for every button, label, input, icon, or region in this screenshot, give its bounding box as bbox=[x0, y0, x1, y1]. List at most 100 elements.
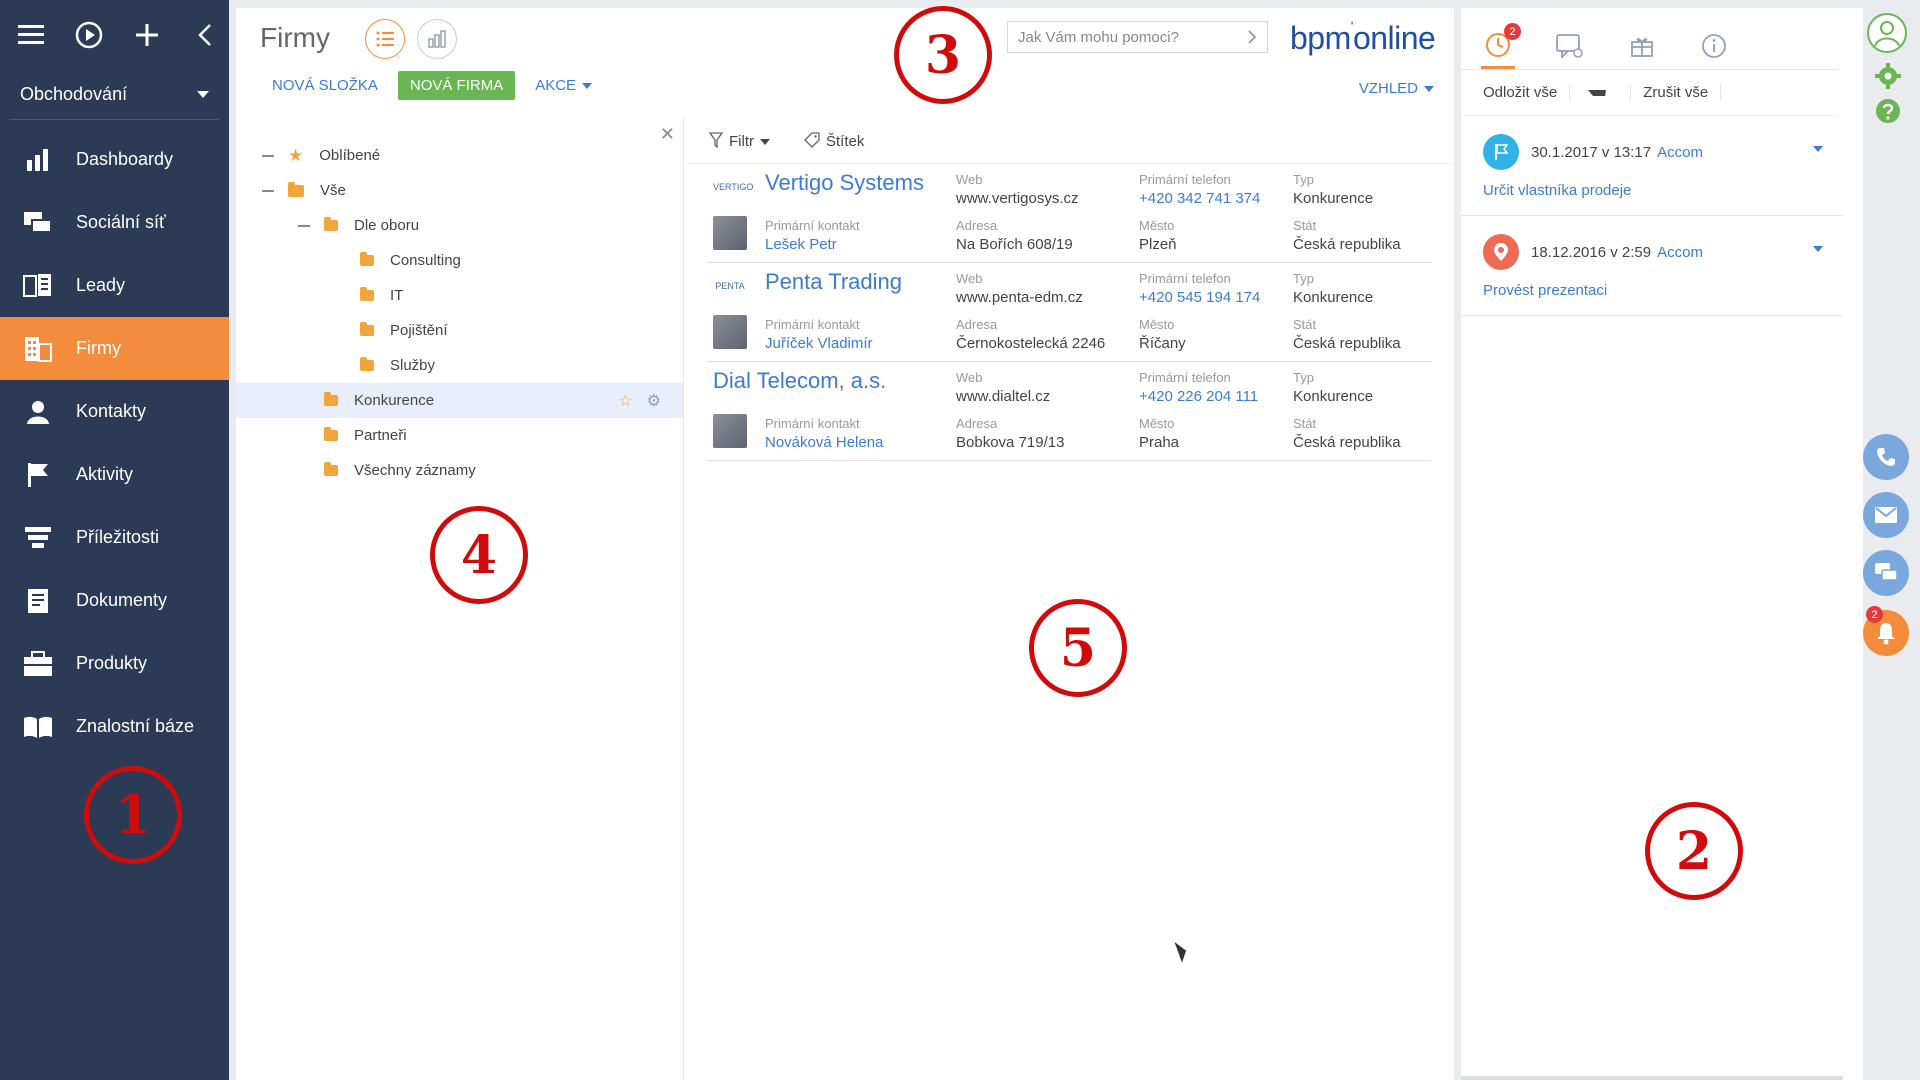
help-icon[interactable] bbox=[1874, 97, 1902, 130]
chevron-down-icon[interactable] bbox=[1813, 146, 1823, 152]
sidebar-item-bar-chart[interactable]: Dashboardy bbox=[0, 128, 229, 191]
field-label: Adresa bbox=[956, 218, 998, 233]
tag-icon bbox=[804, 131, 820, 148]
collapse-icon[interactable] bbox=[262, 189, 274, 192]
sidebar-item-building[interactable]: Firmy bbox=[0, 317, 229, 380]
horizontal-scrollbar[interactable] bbox=[1461, 1076, 1843, 1080]
nav-toolbar bbox=[0, 0, 229, 70]
owner-link[interactable]: Accom bbox=[1657, 144, 1703, 161]
folder-icon bbox=[360, 287, 374, 301]
document-icon bbox=[0, 588, 76, 614]
left-navigation: Obchodování Dashboardy Sociální síť Leady F… bbox=[0, 0, 229, 1080]
sidebar-item-person[interactable]: Kontakty bbox=[0, 380, 229, 443]
sidebar-item-leads[interactable]: Leady bbox=[0, 254, 229, 317]
sidebar-item-funnel[interactable]: Příležitosti bbox=[0, 506, 229, 569]
task-link[interactable]: Provést prezentaci bbox=[1483, 282, 1607, 299]
tree-folder[interactable]: Consulting bbox=[236, 243, 683, 278]
web-value: www.dialtel.cz bbox=[956, 388, 1051, 405]
hamburger-menu-icon[interactable] bbox=[16, 20, 46, 50]
address-value: Bobkova 719/13 bbox=[956, 434, 1065, 451]
product-icon bbox=[0, 650, 76, 677]
book-icon bbox=[0, 715, 76, 739]
table-row[interactable]: PENTA Penta Trading Primární kontakt Juříče… bbox=[707, 263, 1431, 362]
company-name-link[interactable]: Penta Trading bbox=[765, 269, 902, 295]
list-view-button[interactable] bbox=[365, 19, 405, 59]
annotation-2: 2 bbox=[1645, 802, 1743, 900]
add-icon[interactable] bbox=[132, 20, 162, 50]
folder-icon bbox=[324, 462, 338, 476]
bpmonline-logo: bpm'online bbox=[1290, 18, 1436, 56]
bar-chart-icon bbox=[0, 148, 76, 172]
sidebar-item-product[interactable]: Produkty bbox=[0, 632, 229, 695]
funnel-icon bbox=[0, 526, 76, 550]
cancel-all-button[interactable]: Zrušit vše bbox=[1643, 84, 1722, 101]
phone-link[interactable]: +420 545 194 174 bbox=[1139, 289, 1260, 306]
phone-icon bbox=[1877, 448, 1895, 466]
field-label: Web bbox=[956, 172, 983, 187]
tree-folder[interactable]: Partneři bbox=[236, 418, 683, 453]
new-folder-button[interactable]: NOVÁ SLOŽKA bbox=[272, 77, 378, 94]
chevron-down-icon bbox=[197, 91, 209, 98]
owner-link[interactable]: Accom bbox=[1657, 244, 1703, 261]
actions-menu-button[interactable]: AKCE bbox=[535, 77, 593, 94]
tree-folder[interactable]: Všechny záznamy bbox=[236, 453, 683, 488]
chevron-down-icon[interactable] bbox=[1813, 246, 1823, 252]
profile-icon[interactable] bbox=[1866, 12, 1908, 59]
company-name-link[interactable]: Dial Telecom, a.s. bbox=[713, 368, 886, 394]
tab-gifts[interactable] bbox=[1625, 23, 1659, 69]
field-label: Primární kontakt bbox=[765, 317, 860, 332]
table-row[interactable]: Dial Telecom, a.s. Primární kontakt Nováko… bbox=[707, 362, 1431, 461]
settings-gear-icon[interactable] bbox=[1874, 62, 1902, 95]
sidebar-item-book[interactable]: Znalostní báze bbox=[0, 695, 229, 758]
tree-folder[interactable]: Pojištění bbox=[236, 313, 683, 348]
collapse-icon[interactable] bbox=[298, 224, 310, 227]
filter-button[interactable]: Filtr bbox=[708, 131, 770, 150]
tree-folder-label: Oblíbené bbox=[319, 147, 381, 164]
main-section: Firmy Jak Vám mohu pomoci? bpm'online NO… bbox=[236, 8, 1454, 1080]
sidebar-item-flag[interactable]: Aktivity bbox=[0, 443, 229, 506]
avatar bbox=[713, 216, 747, 250]
notifications-button[interactable]: 2 bbox=[1863, 606, 1909, 656]
tab-reminders[interactable]: 2 bbox=[1481, 23, 1521, 69]
favorite-star-icon[interactable]: ☆ bbox=[618, 391, 632, 411]
tab-info[interactable] bbox=[1697, 23, 1731, 69]
tree-folder[interactable]: Konkurence ☆ ⚙ bbox=[236, 383, 683, 418]
pin-icon bbox=[1483, 234, 1519, 270]
tree-folder[interactable]: ★ Oblíbené bbox=[236, 138, 683, 173]
tag-button[interactable]: Štítek bbox=[804, 131, 864, 150]
field-label: Stát bbox=[1293, 218, 1317, 233]
sidebar-item-document[interactable]: Dokumenty bbox=[0, 569, 229, 632]
tab-feed[interactable] bbox=[1553, 23, 1587, 69]
country-value: Česká republika bbox=[1293, 335, 1401, 352]
collapse-chevron-icon[interactable] bbox=[190, 20, 220, 50]
tree-folder[interactable]: Vše bbox=[236, 173, 683, 208]
phone-button[interactable] bbox=[1863, 434, 1909, 480]
star-icon: ★ bbox=[288, 145, 304, 165]
sidebar-item-chat[interactable]: Sociální síť bbox=[0, 191, 229, 254]
new-company-button[interactable]: NOVÁ FIRMA bbox=[397, 71, 516, 100]
primary-contact-link[interactable]: Nováková Helena bbox=[765, 434, 883, 451]
annotation-4: 4 bbox=[430, 506, 528, 604]
email-button[interactable] bbox=[1863, 492, 1909, 538]
phone-link[interactable]: +420 342 741 374 bbox=[1139, 190, 1260, 207]
view-menu-button[interactable]: VZHLED bbox=[1359, 80, 1434, 97]
company-logo: PENTA bbox=[715, 281, 745, 291]
tree-folder[interactable]: Dle oboru bbox=[236, 208, 683, 243]
chat-button[interactable] bbox=[1863, 550, 1909, 596]
collapse-icon[interactable] bbox=[262, 154, 274, 157]
folder-settings-gear-icon[interactable]: ⚙ bbox=[647, 391, 661, 411]
workspace-select[interactable]: Obchodování bbox=[10, 70, 219, 120]
primary-contact-link[interactable]: Lešek Petr bbox=[765, 236, 837, 253]
company-name-link[interactable]: Vertigo Systems bbox=[765, 170, 924, 196]
city-value: Plzeň bbox=[1139, 236, 1177, 253]
table-row[interactable]: VERTIGO Vertigo Systems Primární kontakt Le… bbox=[707, 164, 1431, 263]
primary-contact-link[interactable]: Juříček Vladimír bbox=[765, 335, 873, 352]
search-input[interactable]: Jak Vám mohu pomoci? bbox=[1007, 21, 1268, 53]
postpone-all-button[interactable]: Odložit vše bbox=[1483, 84, 1632, 101]
tree-folder[interactable]: Služby bbox=[236, 348, 683, 383]
task-link[interactable]: Určit vlastníka prodeje bbox=[1483, 182, 1631, 199]
tree-folder[interactable]: IT bbox=[236, 278, 683, 313]
analytics-view-button[interactable] bbox=[417, 19, 457, 59]
phone-link[interactable]: +420 226 204 111 bbox=[1139, 388, 1258, 405]
play-process-icon[interactable] bbox=[74, 20, 104, 50]
